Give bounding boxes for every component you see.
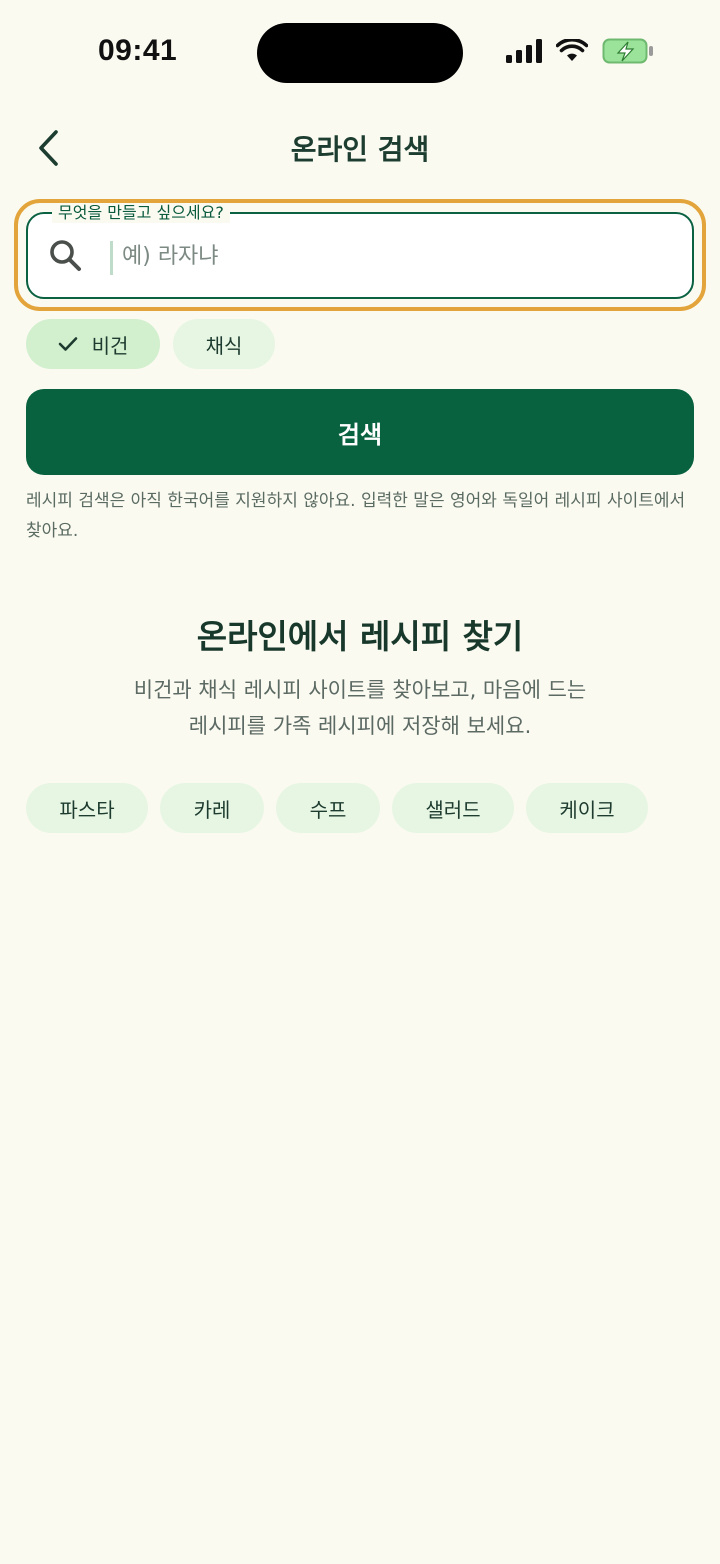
dynamic-island <box>257 23 463 83</box>
suggestion-chip-cake[interactable]: 케이크 <box>526 783 648 833</box>
suggestion-chip-salad[interactable]: 샐러드 <box>392 783 514 833</box>
empty-state-title: 온라인에서 레시피 찾기 <box>196 617 524 656</box>
search-field-label: 무엇을 만들고 싶으세요? <box>52 203 230 223</box>
text-caret <box>110 241 113 275</box>
suggestion-chip-curry[interactable]: 카레 <box>160 783 264 833</box>
language-notice: 레시피 검색은 아직 한국어를 지원하지 않아요. 입력한 말은 영어와 독일어… <box>26 491 686 541</box>
filter-chip-vegan[interactable]: 비건 <box>26 319 160 369</box>
filter-chip-vegetarian[interactable]: 채식 <box>173 319 275 369</box>
empty-state-subtitle: 비건과 채식 레시피 사이트를 찾아보고, 마음에 드는 레시피를 가족 레시피… <box>60 672 660 744</box>
page-title: 온라인 검색 <box>290 133 430 166</box>
filter-chip-label: 비건 <box>91 333 129 358</box>
status-time: 09:41 <box>98 34 178 67</box>
suggestion-chip-pasta[interactable]: 파스타 <box>26 783 148 833</box>
empty-state-subtitle-line: 비건과 채식 레시피 사이트를 찾아보고, 마음에 드는 <box>133 678 587 702</box>
search-input[interactable] <box>116 230 688 282</box>
search-icon <box>50 240 81 271</box>
filter-chip-label: 채식 <box>205 333 243 358</box>
empty-state-subtitle-line: 레시피를 가족 레시피에 저장해 보세요. <box>188 714 532 738</box>
battery-charging-icon <box>602 38 653 64</box>
wifi-icon <box>556 39 588 61</box>
checkmark-icon <box>58 337 77 351</box>
status-icons <box>506 38 654 64</box>
search-button[interactable]: 검색 <box>26 389 694 475</box>
suggestion-chip-soup[interactable]: 수프 <box>276 783 380 833</box>
cellular-signal-icon <box>506 39 542 63</box>
